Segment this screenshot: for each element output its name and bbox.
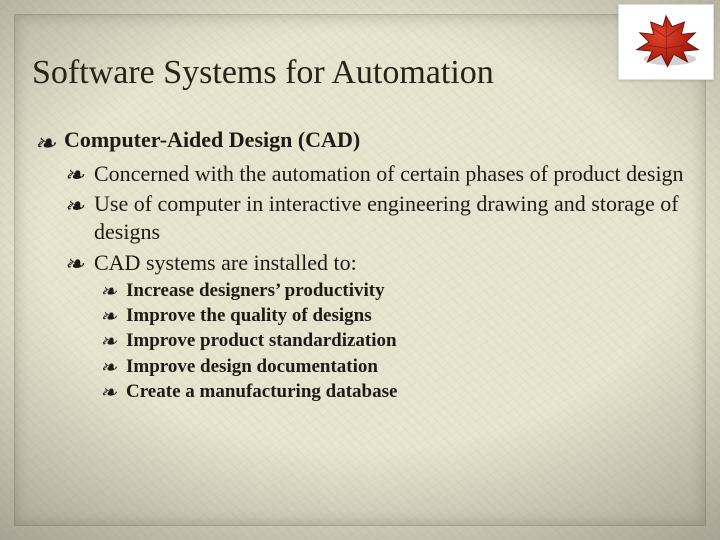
bullet-glyph: ❧ xyxy=(100,356,117,382)
bullet-glyph: ❧ xyxy=(64,250,84,281)
bullet-glyph: ❧ xyxy=(64,161,84,192)
bullet-level3: ❧ Improve product standardization xyxy=(100,329,686,353)
bullet-text: Increase designers’ productivity xyxy=(126,280,385,301)
bullet-text: Improve the quality of designs xyxy=(126,305,372,326)
bullet-level3: ❧ Improve the quality of designs xyxy=(100,304,686,328)
bullet-level2: ❧ Use of computer in interactive enginee… xyxy=(64,190,686,246)
bullet-level2: ❧ CAD systems are installed to: xyxy=(64,249,686,277)
bullet-text: Create a manufacturing database xyxy=(126,381,397,402)
bullet-text: Use of computer in interactive engineeri… xyxy=(94,191,679,244)
bullet-level2: ❧ Concerned with the automation of certa… xyxy=(64,160,686,188)
bullet-glyph: ❧ xyxy=(100,280,117,306)
bullet-text: Concerned with the automation of certain… xyxy=(94,161,684,186)
bullet-glyph: ❧ xyxy=(100,381,117,407)
bullet-level3: ❧ Improve design documentation xyxy=(100,355,686,379)
slide: Software Systems for Automation ❧ Comput… xyxy=(0,0,720,540)
bullet-glyph: ❧ xyxy=(100,305,117,331)
bullet-level3: ❧ Increase designers’ productivity xyxy=(100,279,686,303)
bullet-text: Improve design documentation xyxy=(126,356,378,377)
slide-body: ❧ Computer-Aided Design (CAD) ❧ Concerne… xyxy=(34,126,686,405)
bullet-level1: ❧ Computer-Aided Design (CAD) xyxy=(34,126,686,154)
bullet-text: Computer-Aided Design (CAD) xyxy=(64,127,360,152)
bullet-glyph: ❧ xyxy=(34,127,56,160)
bullet-glyph: ❧ xyxy=(64,192,84,223)
slide-title: Software Systems for Automation xyxy=(32,54,494,92)
bullet-level3: ❧ Create a manufacturing database xyxy=(100,380,686,404)
bullet-text: Improve product standardization xyxy=(126,330,397,351)
maple-leaf-icon xyxy=(618,4,714,80)
bullet-glyph: ❧ xyxy=(100,330,117,356)
bullet-text: CAD systems are installed to: xyxy=(94,250,357,275)
